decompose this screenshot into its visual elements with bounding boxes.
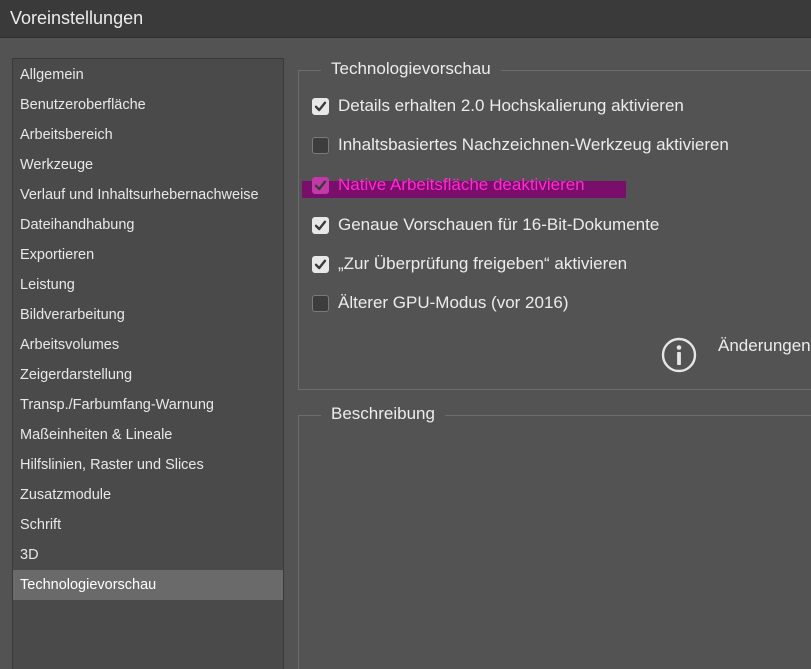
option-aelterer-gpu-modus[interactable]: Älterer GPU-Modus (vor 2016) [312, 292, 569, 314]
option-zur-ueberpruefung[interactable]: „Zur Überprüfung freigeben“ aktivieren [312, 253, 627, 275]
check-icon [314, 180, 327, 190]
info-text: Änderungen [718, 336, 811, 355]
sidebar-item-werkzeuge[interactable]: Werkzeuge [13, 150, 283, 180]
sidebar-item-schrift[interactable]: Schrift [13, 510, 283, 540]
info-icon [661, 337, 697, 373]
window-title-bar: Voreinstellungen [0, 0, 811, 38]
option-label: Native Arbeitsfläche deaktivieren [338, 175, 585, 194]
sidebar-item-maßeinheiten-lineale[interactable]: Maßeinheiten & Lineale [13, 420, 283, 450]
technology-preview-group: Technologievorschau Details erhalten 2.0… [298, 57, 811, 390]
sidebar-list: Allgemein Benutzeroberfläche Arbeitsbereic… [13, 59, 283, 600]
option-label: Details erhalten 2.0 Hochskalierung akti… [338, 96, 684, 115]
sidebar-item-bildverarbeitung[interactable]: Bildverarbeitung [13, 300, 283, 330]
checkbox[interactable] [312, 216, 329, 234]
checkbox[interactable] [312, 136, 329, 154]
option-label: Inhaltsbasiertes Nachzeichnen-Werkzeug a… [338, 135, 729, 154]
window-title: Voreinstellungen [10, 8, 144, 28]
sidebar-item-zeigerdarstellung[interactable]: Zeigerdarstellung [13, 360, 283, 390]
option-details-erhalten[interactable]: Details erhalten 2.0 Hochskalierung akti… [312, 95, 684, 117]
option-label: Älterer GPU-Modus (vor 2016) [338, 293, 569, 312]
sidebar-item-transp-farbumfang-warnung[interactable]: Transp./Farbumfang-Warnung [13, 390, 283, 420]
description-title: Beschreibung [321, 402, 445, 426]
checkbox[interactable] [312, 176, 329, 194]
sidebar-item-arbeitsvolumes[interactable]: Arbeitsvolumes [13, 330, 283, 360]
checkbox[interactable] [312, 255, 329, 273]
check-icon [314, 259, 327, 269]
sidebar-item-hilfslinien-raster-und-slices[interactable]: Hilfslinien, Raster und Slices [13, 450, 283, 480]
sidebar-item-3d[interactable]: 3D [13, 540, 283, 570]
description-group: Beschreibung [298, 402, 811, 669]
sidebar-item-verlauf-und-inhaltsurhebernachweise[interactable]: Verlauf und Inhaltsurhebernachweise [13, 180, 283, 210]
option-genaue-vorschauen[interactable]: Genaue Vorschauen für 16-Bit-Dokumente [312, 214, 659, 236]
sidebar-item-arbeitsbereich[interactable]: Arbeitsbereich [13, 120, 283, 150]
option-inhaltsbasiertes-nachzeichnen[interactable]: Inhaltsbasiertes Nachzeichnen-Werkzeug a… [312, 134, 729, 156]
sidebar-item-dateihandhabung[interactable]: Dateihandhabung [13, 210, 283, 240]
checkbox[interactable] [312, 97, 329, 115]
preferences-sidebar: Allgemein Benutzeroberfläche Arbeitsbereic… [12, 58, 284, 669]
sidebar-item-zusatzmodule[interactable]: Zusatzmodule [13, 480, 283, 510]
option-label: Genaue Vorschauen für 16-Bit-Dokumente [338, 215, 660, 234]
sidebar-item-exportieren[interactable]: Exportieren [13, 240, 283, 270]
checkbox[interactable] [312, 294, 329, 312]
info-notice: Änderungen [661, 336, 811, 373]
option-label: „Zur Überprüfung freigeben“ aktivieren [338, 254, 628, 273]
technology-preview-title: Technologievorschau [321, 57, 501, 81]
sidebar-item-technologievorschau[interactable]: Technologievorschau [13, 570, 283, 600]
check-icon [314, 101, 327, 111]
sidebar-item-leistung[interactable]: Leistung [13, 270, 283, 300]
sidebar-item-benutzeroberfläche[interactable]: Benutzeroberfläche [13, 90, 283, 120]
option-native-arbeitsflaeche[interactable]: Native Arbeitsfläche deaktivieren [312, 174, 585, 196]
check-icon [314, 220, 327, 230]
sidebar-item-allgemein[interactable]: Allgemein [13, 60, 283, 90]
